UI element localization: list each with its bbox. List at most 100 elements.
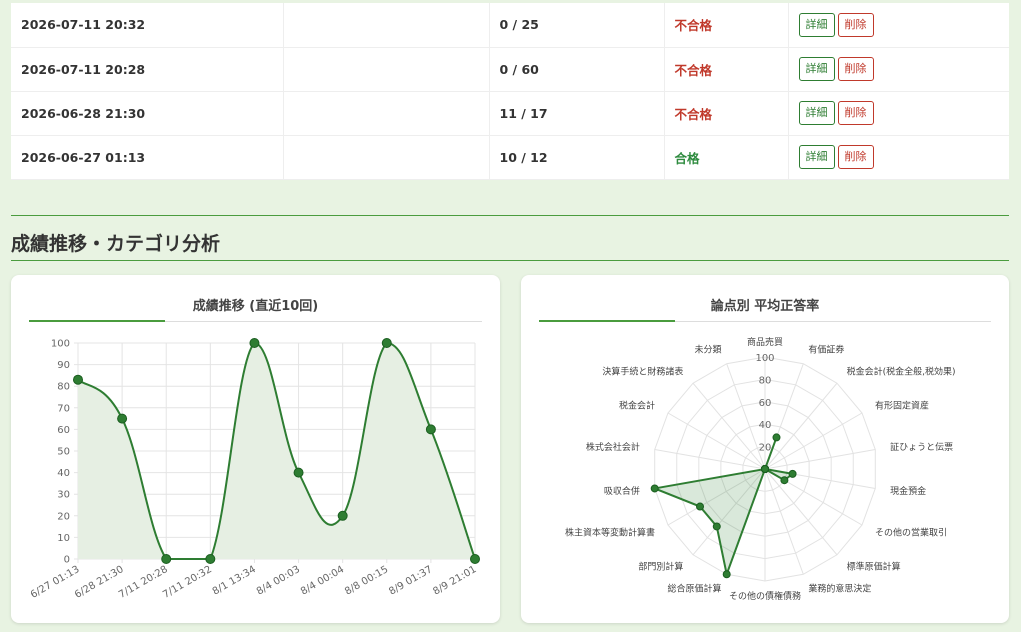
score-trend-chart: 0 10 20 30 40 50 60 70 80 90 100 6/27 01:136/28 21:…	[29, 338, 480, 601]
y-tick-label: 100	[51, 339, 70, 350]
attempt-result: 不合格	[664, 47, 789, 92]
y-tick-label: 30	[57, 490, 70, 501]
radar-axis-label: 株式会社会計	[586, 441, 640, 453]
x-tick-label: 8/4 00:04	[299, 564, 346, 598]
radar-axis-label: 株主資本等変動計算書	[565, 527, 655, 539]
radar-axis-label: 業務的意思決定	[808, 582, 871, 594]
y-tick-label: 0	[64, 555, 70, 566]
score-point	[337, 510, 348, 521]
table-row: 2026-06-27 01:13 10 / 12 合格 詳細 削除	[11, 135, 1009, 180]
blank-cell	[283, 91, 490, 136]
row-actions: 詳細 削除	[788, 135, 1009, 180]
attempt-result: 不合格	[664, 3, 789, 48]
radar-point	[650, 484, 659, 493]
radar-axis-label: 商品売買	[747, 336, 783, 348]
radar-point	[780, 476, 789, 485]
radar-point	[712, 522, 721, 531]
x-tick-label: 6/27 01:13	[29, 564, 82, 601]
x-tick-label: 8/9 21:01	[431, 564, 478, 598]
score-point	[381, 338, 392, 348]
table-row: 2026-07-11 20:32 0 / 25 不合格 詳細 削除	[11, 3, 1009, 48]
attempt-score: 0 / 60	[489, 47, 665, 92]
radar-axis-label: その他の債権債務	[729, 590, 801, 602]
score-point	[249, 338, 260, 348]
history-table: 2026-07-11 20:32 0 / 25 不合格 詳細 削除 2026-07-11 …	[11, 3, 1009, 180]
delete-button[interactable]: 削除	[837, 12, 874, 37]
r-tick-label: 40	[759, 420, 772, 431]
row-actions: 詳細 削除	[788, 47, 1009, 92]
r-tick-label: 80	[759, 375, 772, 386]
score-point	[425, 424, 436, 435]
y-tick-label: 10	[57, 533, 70, 544]
r-tick-label: 60	[759, 398, 772, 409]
radar-point	[722, 570, 731, 579]
attempt-date: 2026-07-11 20:28	[11, 47, 284, 92]
radar-axis-label: 決算手続と財務諸表	[602, 366, 683, 378]
score-trend-card: 成績推移 (直近10回) 0 10 20 30 40 50 60 70 80 90 100 6/27 …	[11, 275, 500, 623]
section-divider-top	[11, 215, 1009, 216]
attempt-date: 2026-07-11 20:32	[11, 3, 284, 48]
score-point	[293, 467, 304, 478]
category-radar-chart: 20 40 60 80 100 商品売買有価証券税金会計(税金全般,税効果) 有形固定資産証…	[565, 336, 956, 602]
delete-button[interactable]: 削除	[837, 101, 874, 125]
radar-area	[651, 437, 795, 578]
x-tick-label: 6/28 21:30	[73, 564, 126, 601]
blank-cell	[283, 135, 490, 180]
section-title: 成績推移・カテゴリ分析	[11, 233, 221, 255]
y-tick-label: 50	[57, 447, 70, 458]
x-tick-label: 8/8 00:15	[343, 564, 390, 598]
detail-button[interactable]: 詳細	[798, 145, 835, 169]
radar-axis-label: 税金会計(税金全般,税効果)	[847, 366, 956, 378]
attempt-date: 2026-06-28 21:30	[11, 91, 284, 136]
x-tick-label: 8/9 01:37	[387, 564, 434, 598]
y-tick-label: 90	[57, 360, 70, 371]
score-point	[161, 554, 172, 564]
attempt-score: 11 / 17	[489, 91, 665, 136]
detail-button[interactable]: 詳細	[798, 101, 835, 125]
score-point	[470, 554, 480, 564]
radar-axis-label: 標準原価計算	[847, 560, 901, 572]
y-tick-label: 70	[57, 403, 70, 414]
x-tick-label: 8/4 00:03	[255, 564, 302, 598]
y-tick-label: 60	[57, 425, 70, 436]
radar-point	[788, 469, 797, 478]
score-point	[117, 413, 128, 424]
radar-axis-label: 部門別計算	[638, 560, 683, 572]
blank-cell	[283, 3, 490, 48]
radar-axis-label: 吸収合併	[604, 485, 640, 497]
category-radar-card: 論点別 平均正答率 20 40 60 80 100 商品売買 有価証券 税金会計(税金全般,税…	[521, 275, 1009, 623]
attempt-score: 0 / 25	[489, 3, 665, 48]
radar-axis-label: 未分類	[695, 344, 722, 356]
score-point	[73, 374, 83, 385]
detail-button[interactable]: 詳細	[798, 12, 835, 37]
x-tick-label: 7/11 20:28	[117, 564, 170, 601]
radar-axis-label: 総合原価計算	[668, 582, 722, 594]
attempt-score: 10 / 12	[489, 135, 665, 180]
delete-button[interactable]: 削除	[837, 57, 874, 81]
y-tick-label: 40	[57, 468, 70, 479]
x-tick-label: 7/11 20:32	[161, 564, 214, 601]
radar-point	[696, 502, 705, 511]
row-actions: 詳細 削除	[788, 3, 1009, 48]
section-divider-bottom	[11, 260, 1009, 261]
table-row: 2026-07-11 20:28 0 / 60 不合格 詳細 削除	[11, 47, 1009, 92]
radar-axis-label: 税金会計	[619, 400, 655, 412]
score-point	[205, 554, 216, 564]
radar-axis-label: 現金預金	[890, 485, 926, 497]
r-tick-label: 20	[759, 443, 772, 454]
attempt-date: 2026-06-27 01:13	[11, 135, 284, 180]
radar-spoke	[764, 468, 804, 575]
row-actions: 詳細 削除	[788, 91, 1009, 136]
y-tick-label: 20	[57, 511, 70, 522]
y-tick-label: 80	[57, 382, 70, 393]
detail-button[interactable]: 詳細	[798, 57, 835, 81]
radar-axis-label: その他の営業取引	[875, 527, 947, 539]
delete-button[interactable]: 削除	[837, 145, 874, 169]
radar-axis-label: 有形固定資産	[875, 400, 929, 412]
attempt-result: 不合格	[664, 91, 789, 136]
x-tick-label: 8/1 13:34	[211, 564, 258, 598]
r-tick-label: 100	[755, 353, 774, 364]
blank-cell	[283, 47, 490, 92]
radar-point	[772, 433, 781, 442]
radar-axis-label: 有価証券	[808, 344, 844, 356]
